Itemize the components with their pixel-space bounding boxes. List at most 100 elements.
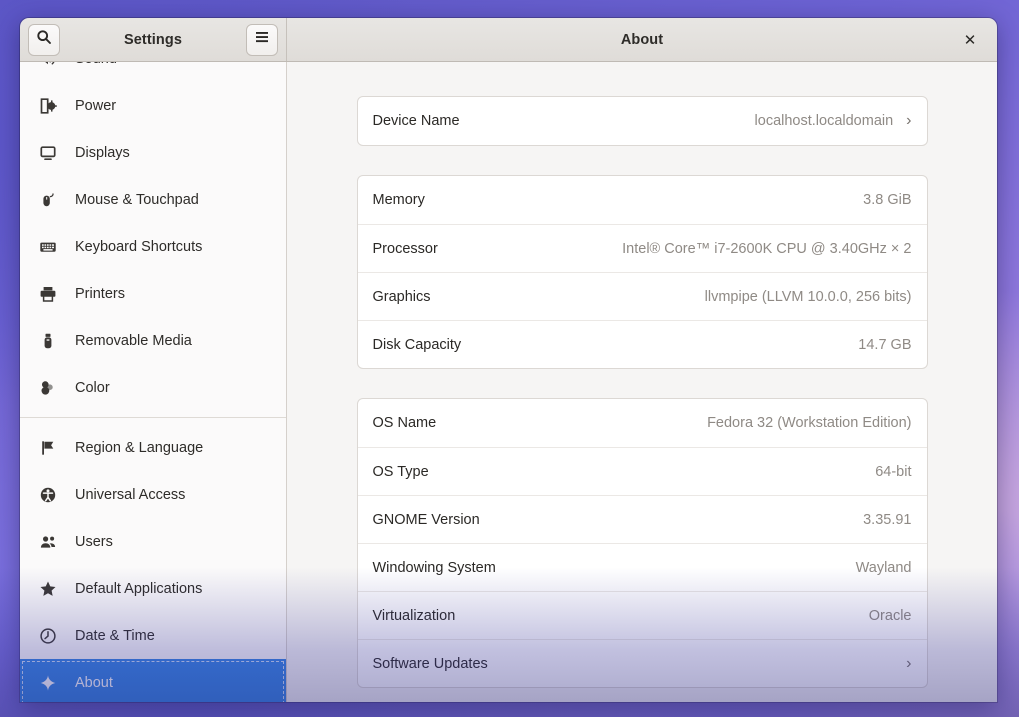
sidebar-item-label: Color <box>75 379 110 396</box>
device-name-card: Device Name localhost.localdomain › <box>356 96 928 146</box>
info-row-windowing-system: Windowing System Wayland <box>357 543 927 591</box>
info-row-value: localhost.localdomain <box>754 113 894 129</box>
info-row-right: llvmpipe (LLVM 10.0.0, 256 bits) <box>705 289 912 305</box>
sidebar-item-label: About <box>75 674 113 691</box>
sidebar-item-label: Users <box>75 533 113 550</box>
info-row-label: Windowing System <box>372 559 496 576</box>
sidebar-separator <box>20 417 286 418</box>
info-row-label: Software Updates <box>372 655 488 672</box>
sidebar-item-label: Region & Language <box>75 439 204 456</box>
sidebar-item-users[interactable]: Users <box>20 518 286 565</box>
info-row-value: 3.35.91 <box>863 511 912 528</box>
hamburger-menu-icon <box>254 30 270 49</box>
sparkle-icon <box>39 674 57 692</box>
info-row-disk-capacity: Disk Capacity 14.7 GB <box>357 320 927 368</box>
sidebar-header: Settings <box>20 18 287 61</box>
hardware-card: Memory 3.8 GiB Processor Intel® Core™ i7-26… <box>356 175 928 369</box>
info-row-label: Device Name <box>372 113 460 129</box>
about-cards: Device Name localhost.localdomain › Memory 3… <box>356 96 928 688</box>
sidebar-item-about[interactable]: About <box>20 659 286 702</box>
sidebar-item-removable-media[interactable]: Removable Media <box>20 317 286 364</box>
keyboard-icon <box>39 238 57 256</box>
flag-icon <box>39 439 57 457</box>
settings-window: Settings About ✕ Power Displays Mouse & … <box>20 18 997 702</box>
window-header-bar: Settings About ✕ <box>20 18 997 62</box>
search-button[interactable] <box>28 23 60 56</box>
info-row-device-name[interactable]: Device Name localhost.localdomain › <box>358 97 927 145</box>
info-row-value: 14.7 GB <box>858 336 912 353</box>
speaker-icon <box>39 62 57 68</box>
power-plug-icon <box>39 97 57 115</box>
info-row-right: 64-bit <box>875 464 911 480</box>
settings-title: Settings <box>124 31 182 48</box>
info-row-right: 3.8 GiB <box>863 192 911 208</box>
info-row-virtualization: Virtualization Oracle <box>357 591 927 639</box>
info-row-right: Oracle <box>869 608 912 624</box>
sidebar-item-region-language[interactable]: Region & Language <box>20 424 286 471</box>
info-row-value: Fedora 32 (Workstation Edition) <box>707 415 912 431</box>
info-row-label: Graphics <box>372 288 431 305</box>
sidebar-item-label: Removable Media <box>75 332 192 349</box>
close-button[interactable]: ✕ <box>957 27 983 53</box>
display-monitor-icon <box>39 144 57 162</box>
info-row-label: Disk Capacity <box>372 336 462 353</box>
sidebar-item-label: Keyboard Shortcuts <box>75 238 203 255</box>
info-row-value: 64-bit <box>875 463 912 480</box>
sidebar-item-label: Printers <box>75 285 125 302</box>
sidebar-item-color[interactable]: Color <box>20 364 286 411</box>
info-row-value: Oracle <box>868 607 912 624</box>
info-row-memory: Memory 3.8 GiB <box>358 176 927 224</box>
info-row-gnome-version: GNOME Version 3.35.91 <box>357 495 927 543</box>
sidebar-item-label: Power <box>75 97 117 114</box>
sidebar-item-label: Sound <box>75 62 117 67</box>
info-row-label: Virtualization <box>372 607 456 624</box>
sidebar-item-label: Mouse & Touchpad <box>75 191 199 208</box>
about-content-area: Device Name localhost.localdomain › Memory 3… <box>287 62 997 702</box>
info-row-value: Intel® Core™ i7-2600K CPU @ 3.40GHz × 2 <box>622 240 912 257</box>
sidebar-item-label: Universal Access <box>75 486 186 503</box>
sidebar-item-date-time[interactable]: Date & Time <box>20 612 286 659</box>
info-row-right: Intel® Core™ i7-2600K CPU @ 3.40GHz × 2 <box>622 241 911 257</box>
sidebar: Sound Power Displays Mouse & Touchpad Keyboa… <box>20 62 287 702</box>
sidebar-item-label: Date & Time <box>75 627 155 644</box>
info-row-right: Wayland <box>856 560 912 576</box>
close-icon: ✕ <box>963 31 977 49</box>
info-row-graphics: Graphics llvmpipe (LLVM 10.0.0, 256 bits) <box>357 272 927 320</box>
info-row-os-name: OS Name Fedora 32 (Workstation Edition) <box>358 399 927 447</box>
sidebar-item-mouse-touchpad[interactable]: Mouse & Touchpad <box>20 176 286 223</box>
info-row-label: Memory <box>372 192 425 208</box>
info-row-right: 14.7 GB <box>858 337 911 353</box>
info-row-os-type: OS Type 64-bit <box>357 447 927 495</box>
sidebar-list[interactable]: Sound Power Displays Mouse & Touchpad Keyboa… <box>20 62 286 702</box>
users-icon <box>39 533 57 551</box>
sidebar-item-universal-access[interactable]: Universal Access <box>20 471 286 518</box>
accessibility-icon <box>39 486 57 504</box>
sidebar-item-label: Default Applications <box>75 580 203 597</box>
info-row-processor: Processor Intel® Core™ i7-2600K CPU @ 3.4… <box>357 224 927 272</box>
sidebar-item-displays[interactable]: Displays <box>20 129 286 176</box>
sidebar-item-default-applications[interactable]: Default Applications <box>20 565 286 612</box>
search-icon <box>36 29 52 50</box>
content-header: About ✕ <box>287 18 997 61</box>
page-title: About <box>620 31 664 48</box>
sidebar-item-sound[interactable]: Sound <box>20 62 286 82</box>
sidebar-item-label: Displays <box>75 144 130 161</box>
info-row-value: Wayland <box>855 559 912 576</box>
info-row-software-updates[interactable]: Software Updates › <box>357 639 927 687</box>
os-card: OS Name Fedora 32 (Workstation Edition) OS… <box>356 398 928 688</box>
sidebar-item-power[interactable]: Power <box>20 82 286 129</box>
chevron-right-icon: › <box>906 654 912 672</box>
usb-drive-icon <box>39 332 57 350</box>
star-icon <box>39 580 57 598</box>
color-circles-icon <box>39 379 57 397</box>
info-row-label: OS Type <box>372 463 429 480</box>
sidebar-item-printers[interactable]: Printers <box>20 270 286 317</box>
info-row-right: › <box>893 654 912 672</box>
window-body: Sound Power Displays Mouse & Touchpad Keyboa… <box>20 62 997 702</box>
info-row-label: Processor <box>372 240 438 257</box>
sidebar-item-keyboard-shortcuts[interactable]: Keyboard Shortcuts <box>20 223 286 270</box>
chevron-right-icon: › <box>906 112 912 129</box>
info-row-label: GNOME Version <box>372 511 480 528</box>
desktop-wallpaper: Settings About ✕ Power Displays Mouse & … <box>0 0 1019 717</box>
main-menu-button[interactable] <box>246 23 278 56</box>
